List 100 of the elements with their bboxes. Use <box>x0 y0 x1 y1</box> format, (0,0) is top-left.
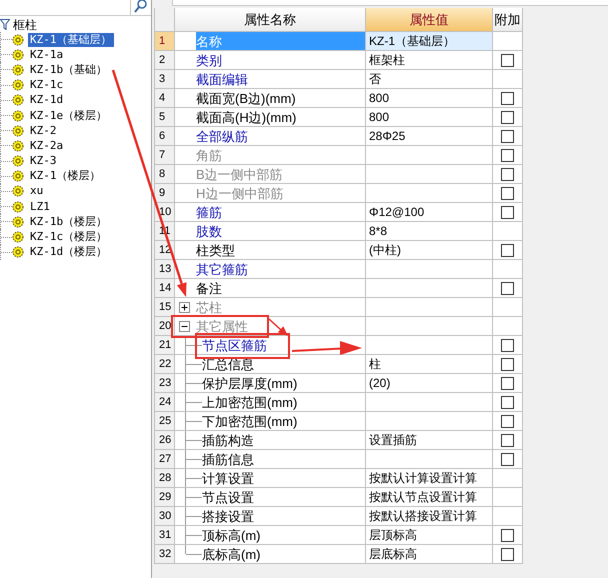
row-number: 1 <box>155 32 175 50</box>
row-number: 22 <box>155 355 175 373</box>
row-number: 25 <box>155 412 175 430</box>
row-number: 13 <box>155 260 175 278</box>
tree-item[interactable]: LZ1 <box>28 200 52 214</box>
row-number: 30 <box>155 507 175 525</box>
tree-item[interactable]: KZ-2a <box>28 138 66 153</box>
checkbox[interactable] <box>501 358 514 370</box>
property-value[interactable]: 8*8 <box>366 222 388 240</box>
checkbox[interactable] <box>501 54 514 66</box>
gear-icon <box>12 140 24 152</box>
checkbox[interactable] <box>501 434 514 446</box>
checkbox[interactable] <box>501 244 514 256</box>
checkbox[interactable] <box>501 548 514 560</box>
tree-item[interactable]: KZ-1b（基础） <box>28 62 110 77</box>
tree-item[interactable]: KZ-1d（楼层） <box>28 245 110 260</box>
tree-item[interactable]: KZ-1a <box>28 48 66 62</box>
row-number: 27 <box>155 450 175 468</box>
tree-item[interactable]: KZ-1（楼层） <box>28 169 102 184</box>
property-name: 名称 <box>196 32 365 50</box>
checkbox[interactable] <box>501 130 514 142</box>
property-value[interactable]: 按默认搭接设置计算 <box>366 507 477 525</box>
row-number: 4 <box>155 89 175 107</box>
property-value[interactable]: 按默认计算设置计算 <box>366 469 477 487</box>
property-value[interactable]: 否 <box>366 70 381 88</box>
property-name: 节点设置 <box>202 490 254 504</box>
property-value[interactable]: 800 <box>366 108 390 126</box>
tree-item[interactable]: KZ-1e（楼层） <box>28 108 110 123</box>
tree-item[interactable]: KZ-1d <box>28 93 66 108</box>
property-name: 全部纵筋 <box>196 128 248 144</box>
tree-item[interactable]: KZ-3 <box>28 154 58 168</box>
tree-item[interactable]: KZ-1c <box>28 78 66 92</box>
gear-icon <box>12 170 24 182</box>
property-value[interactable]: 柱 <box>366 355 381 373</box>
property-value[interactable]: KZ-1（基础层） <box>366 32 492 50</box>
property-name: 备注 <box>196 280 222 296</box>
property-value[interactable]: 层顶标高 <box>366 526 417 544</box>
expand-icon[interactable] <box>179 302 190 312</box>
property-name: 肢数 <box>196 224 222 238</box>
checkbox[interactable] <box>501 148 514 162</box>
property-value[interactable]: 800 <box>366 89 390 107</box>
tree-root-label[interactable]: 框柱 <box>13 16 37 34</box>
row-number: 14 <box>155 279 175 297</box>
checkbox[interactable] <box>501 528 514 542</box>
row-number: 3 <box>155 70 175 88</box>
column-header[interactable]: 属性值 <box>366 8 493 31</box>
column-header[interactable]: 属性名称 <box>175 8 366 31</box>
checkbox[interactable] <box>501 206 514 218</box>
property-name: 截面高(H边)(mm) <box>196 110 296 124</box>
row-number: 2 <box>155 51 175 69</box>
checkbox[interactable] <box>501 282 514 294</box>
tree-item[interactable]: KZ-1c（楼层） <box>28 230 110 244</box>
checkbox[interactable] <box>501 338 514 352</box>
checkbox[interactable] <box>501 110 514 124</box>
property-name: H边一侧中部筋 <box>196 186 284 200</box>
checkbox[interactable] <box>501 452 514 466</box>
property-name: 插筋构造 <box>202 432 254 448</box>
property-name: 底标高(m) <box>202 546 260 562</box>
property-name: 箍筋 <box>196 204 222 220</box>
property-name: 截面编辑 <box>196 72 248 86</box>
gear-icon <box>12 48 24 61</box>
gear-icon <box>12 79 24 92</box>
row-number: 15 <box>155 298 175 316</box>
row-number: 31 <box>155 526 175 544</box>
property-value[interactable]: 框架柱 <box>366 51 405 69</box>
checkbox[interactable] <box>501 186 514 200</box>
gear-icon <box>12 110 24 122</box>
checkbox[interactable] <box>501 92 514 104</box>
property-value[interactable]: Φ12@100 <box>366 203 424 221</box>
property-name: 芯柱 <box>196 300 222 314</box>
property-name: 保护层厚度(mm) <box>202 376 298 390</box>
checkbox[interactable] <box>501 396 514 408</box>
property-value[interactable]: (中柱) <box>366 241 401 259</box>
tree-item[interactable]: KZ-1（基础层） <box>28 32 114 47</box>
checkbox[interactable] <box>501 414 514 428</box>
row-number: 9 <box>155 184 175 202</box>
tree-item[interactable]: xu <box>28 184 46 198</box>
property-value[interactable]: 按默认节点设置计算 <box>366 488 477 506</box>
checkbox[interactable] <box>501 376 514 390</box>
gear-icon <box>12 231 24 244</box>
property-name: B边一侧中部筋 <box>196 166 283 182</box>
annotation-arrow <box>268 318 288 336</box>
row-number: 8 <box>155 165 175 183</box>
annotation-arrow <box>292 341 362 355</box>
property-value[interactable]: 设置插筋 <box>366 431 417 449</box>
gear-icon <box>12 124 24 137</box>
property-value[interactable]: (20) <box>366 374 390 392</box>
row-number: 20 <box>155 317 175 335</box>
checkbox[interactable] <box>501 168 514 180</box>
tree-item[interactable]: KZ-1b（楼层） <box>28 214 110 229</box>
row-number: 5 <box>155 108 175 126</box>
property-value[interactable]: 28Φ25 <box>366 127 406 145</box>
search-icon[interactable] <box>133 0 149 14</box>
collapse-icon[interactable] <box>179 320 190 332</box>
column-header[interactable]: 附加 <box>493 8 523 31</box>
property-value[interactable]: 层底标高 <box>366 545 417 563</box>
tree-item[interactable]: KZ-2 <box>28 124 58 138</box>
row-number: 29 <box>155 488 175 506</box>
property-name: 汇总信息 <box>202 356 254 372</box>
property-name: 下加密范围(mm) <box>202 414 298 428</box>
